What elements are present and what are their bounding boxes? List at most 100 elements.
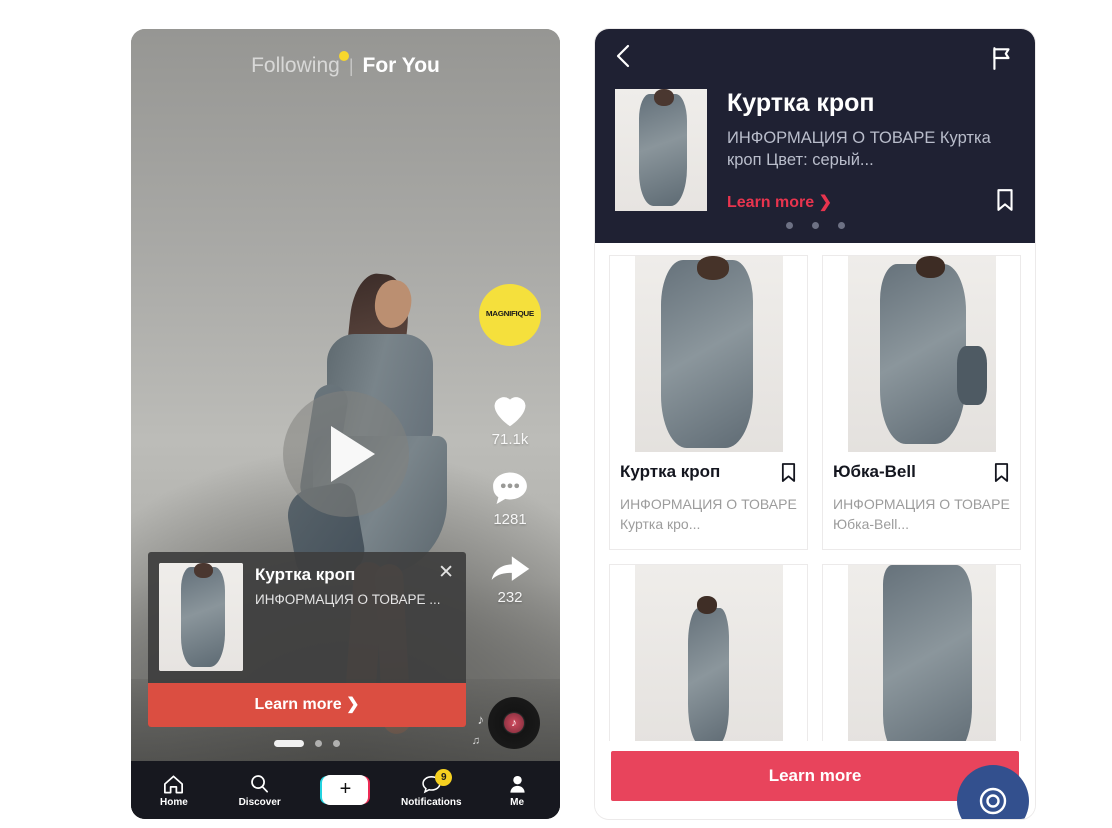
music-note-icon-b: ♫ bbox=[471, 735, 480, 747]
share-count: 232 bbox=[497, 589, 523, 606]
comment-count: 1281 bbox=[493, 511, 527, 528]
promo-thumbnail bbox=[159, 563, 243, 671]
create-plus-icon[interactable]: + bbox=[322, 775, 369, 805]
chevron-left-icon[interactable] bbox=[613, 43, 635, 74]
plus-glyph: + bbox=[339, 778, 352, 800]
like-count: 71.1k bbox=[491, 431, 529, 448]
promo-pagination-dots bbox=[148, 740, 466, 747]
tab-following-label: Following bbox=[251, 54, 340, 77]
product-card-title: Юбка-Bell bbox=[833, 462, 916, 481]
product-image bbox=[610, 256, 807, 452]
header-learn-more-link[interactable]: Learn more ❯ bbox=[727, 192, 832, 212]
photo-head bbox=[696, 595, 718, 614]
share-action[interactable]: 232 bbox=[488, 548, 532, 606]
flag-icon[interactable] bbox=[989, 45, 1015, 76]
product-image bbox=[823, 256, 1020, 452]
product-meta: Юбка-Bell ИНФОРМАЦИЯ О ТОВАРЕ Юбка-Bell.… bbox=[823, 452, 1020, 549]
shop-header-body: Куртка кроп ИНФОРМАЦИЯ О ТОВАРЕ Куртка к… bbox=[615, 89, 1015, 217]
person-icon bbox=[509, 775, 525, 793]
product-card[interactable]: Куртка кроп ИНФОРМАЦИЯ О ТОВАРЕ Куртка к… bbox=[609, 255, 808, 550]
product-photo-3 bbox=[634, 564, 783, 761]
product-image bbox=[823, 564, 1020, 761]
product-title: Куртка кроп bbox=[727, 89, 875, 117]
music-note-icon-a: ♪ bbox=[477, 712, 485, 727]
promo-dot-2[interactable] bbox=[315, 740, 322, 747]
shop-header-info: Куртка кроп ИНФОРМАЦИЯ О ТОВАРЕ Куртка к… bbox=[727, 89, 1015, 217]
header-dot-1[interactable] bbox=[785, 222, 793, 229]
comment-action[interactable]: 1281 bbox=[488, 468, 532, 528]
shop-header: Куртка кроп ИНФОРМАЦИЯ О ТОВАРЕ Куртка к… bbox=[595, 29, 1035, 243]
product-card-description: ИНФОРМАЦИЯ О ТОВАРЕ Юбка-Bell... bbox=[833, 496, 1010, 533]
bookmark-glyph bbox=[781, 463, 796, 482]
shop-thumb-head bbox=[653, 89, 674, 107]
promo-description: ИНФОРМАЦИЯ О ТОВАРЕ ... bbox=[255, 592, 441, 607]
product-photo-2 bbox=[847, 256, 996, 452]
promo-thumb-figure bbox=[180, 567, 225, 667]
search-icon bbox=[251, 774, 269, 793]
tab-for-you[interactable]: For You bbox=[363, 54, 440, 78]
shop-panel: Куртка кроп ИНФОРМАЦИЯ О ТОВАРЕ Куртка к… bbox=[595, 29, 1035, 819]
promo-thumb-head bbox=[194, 563, 213, 579]
header-dot-3[interactable] bbox=[837, 222, 845, 229]
shop-header-thumbnail[interactable] bbox=[615, 89, 707, 211]
bookmark-glyph bbox=[997, 188, 1013, 211]
action-rail: MAGNIFIQUE 71.1k 1281 232 bbox=[474, 284, 546, 626]
header-dot-2[interactable] bbox=[811, 222, 819, 229]
photo-head bbox=[915, 256, 946, 278]
promo-dot-1[interactable] bbox=[274, 740, 304, 747]
photo-figure bbox=[687, 607, 730, 745]
product-description: ИНФОРМАЦИЯ О ТОВАРЕ Куртка кроп Цвет: се… bbox=[727, 129, 991, 170]
product-grid: Куртка кроп ИНФОРМАЦИЯ О ТОВАРЕ Куртка к… bbox=[595, 243, 1035, 786]
product-card-title: Куртка кроп bbox=[620, 462, 721, 481]
video-feed-panel: Following | For You MAGNIFIQUE 71.1k 128… bbox=[131, 29, 560, 819]
photo-figure bbox=[661, 259, 753, 449]
promo-learn-more-button[interactable]: Learn more ❯ bbox=[148, 683, 466, 727]
music-disc[interactable]: ♪ bbox=[488, 697, 540, 749]
product-image bbox=[610, 564, 807, 761]
avatar[interactable]: MAGNIFIQUE bbox=[479, 284, 541, 346]
product-photo-1 bbox=[634, 256, 783, 452]
following-badge-dot bbox=[338, 51, 349, 61]
feed-tabs: Following | For You bbox=[131, 51, 560, 78]
notifications-badge: 9 bbox=[435, 768, 453, 786]
bookmark-icon[interactable] bbox=[995, 188, 1015, 217]
play-icon bbox=[330, 426, 375, 482]
product-photo-4 bbox=[847, 564, 996, 761]
bookmark-icon[interactable] bbox=[780, 462, 797, 488]
nav-item-me[interactable]: Me bbox=[484, 773, 550, 808]
photo-head bbox=[696, 256, 730, 280]
nav-label-me: Me bbox=[510, 796, 525, 808]
promo-product-card[interactable]: Куртка кроп ИНФОРМАЦИЯ О ТОВАРЕ ... ✕ Le… bbox=[148, 552, 466, 727]
bottom-navigation: Home Discover + 9 Notifications Me bbox=[131, 761, 560, 819]
product-head: Юбка-Bell bbox=[833, 462, 1010, 488]
photo-figure bbox=[880, 263, 966, 445]
nav-label-discover: Discover bbox=[238, 796, 281, 808]
share-icon bbox=[491, 556, 530, 581]
like-action[interactable]: 71.1k bbox=[488, 388, 532, 448]
product-card[interactable]: Юбка-Bell ИНФОРМАЦИЯ О ТОВАРЕ Юбка-Bell.… bbox=[822, 255, 1021, 550]
promo-card-body: Куртка кроп ИНФОРМАЦИЯ О ТОВАРЕ ... ✕ bbox=[148, 552, 466, 683]
product-card-description: ИНФОРМАЦИЯ О ТОВАРЕ Куртка кро... bbox=[620, 496, 797, 533]
product-meta: Куртка кроп ИНФОРМАЦИЯ О ТОВАРЕ Куртка к… bbox=[610, 452, 807, 549]
nav-item-home[interactable]: Home bbox=[141, 773, 207, 808]
promo-text: Куртка кроп ИНФОРМАЦИЯ О ТОВАРЕ ... bbox=[255, 563, 455, 671]
nav-item-create[interactable]: + bbox=[312, 775, 378, 805]
heart-icon bbox=[494, 397, 526, 427]
promo-dot-3[interactable] bbox=[333, 740, 340, 747]
tab-separator: | bbox=[348, 56, 354, 76]
photo-bag bbox=[957, 346, 987, 405]
nav-label-home: Home bbox=[159, 796, 188, 808]
close-icon[interactable]: ✕ bbox=[438, 563, 454, 582]
tab-following[interactable]: Following bbox=[251, 51, 349, 78]
target-glyph bbox=[979, 787, 1007, 815]
bookmark-icon[interactable] bbox=[993, 462, 1010, 488]
nav-item-discover[interactable]: Discover bbox=[227, 773, 293, 808]
avatar-label: MAGNIFIQUE bbox=[485, 311, 534, 319]
product-head: Куртка кроп bbox=[620, 462, 797, 488]
nav-label-notifications: Notifications bbox=[401, 796, 462, 808]
nav-item-notifications[interactable]: 9 Notifications bbox=[398, 768, 464, 808]
shop-header-actions: Learn more ❯ bbox=[727, 188, 1015, 217]
shop-thumb-figure bbox=[638, 93, 687, 207]
photo-figure bbox=[883, 564, 972, 757]
play-button[interactable] bbox=[282, 391, 409, 517]
